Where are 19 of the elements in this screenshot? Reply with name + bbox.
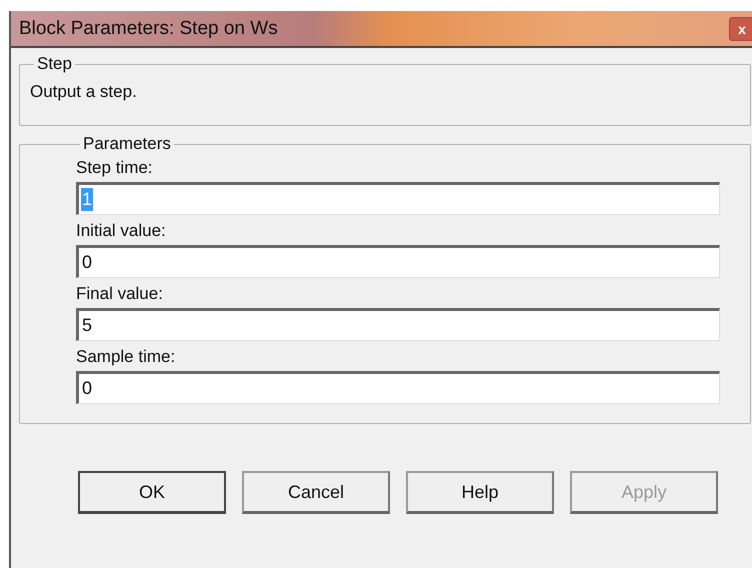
window-title: Block Parameters: Step on Ws	[18, 18, 278, 40]
field-value: 0	[81, 251, 94, 274]
field-value: 1	[81, 188, 94, 211]
description-text: Output a step.	[30, 81, 138, 102]
field-label: Step time:	[76, 158, 154, 178]
field-label: Sample time:	[76, 347, 176, 367]
group-title: Parameters	[82, 134, 172, 154]
dialog-button[interactable]: Help	[406, 471, 554, 514]
input-field[interactable]: 0	[76, 245, 720, 278]
dialog-button[interactable]: OK	[78, 471, 226, 514]
field-value: 5	[81, 314, 94, 337]
input-field[interactable]: 0	[76, 371, 720, 404]
close-button[interactable]: x	[729, 16, 752, 40]
field-label: Final value:	[76, 284, 164, 304]
field-value: 0	[81, 377, 94, 400]
field-label: Initial value:	[76, 221, 167, 241]
dialog-button[interactable]: Cancel	[242, 471, 390, 514]
group-title: Step	[36, 54, 73, 74]
input-field[interactable]: 5	[76, 308, 720, 341]
